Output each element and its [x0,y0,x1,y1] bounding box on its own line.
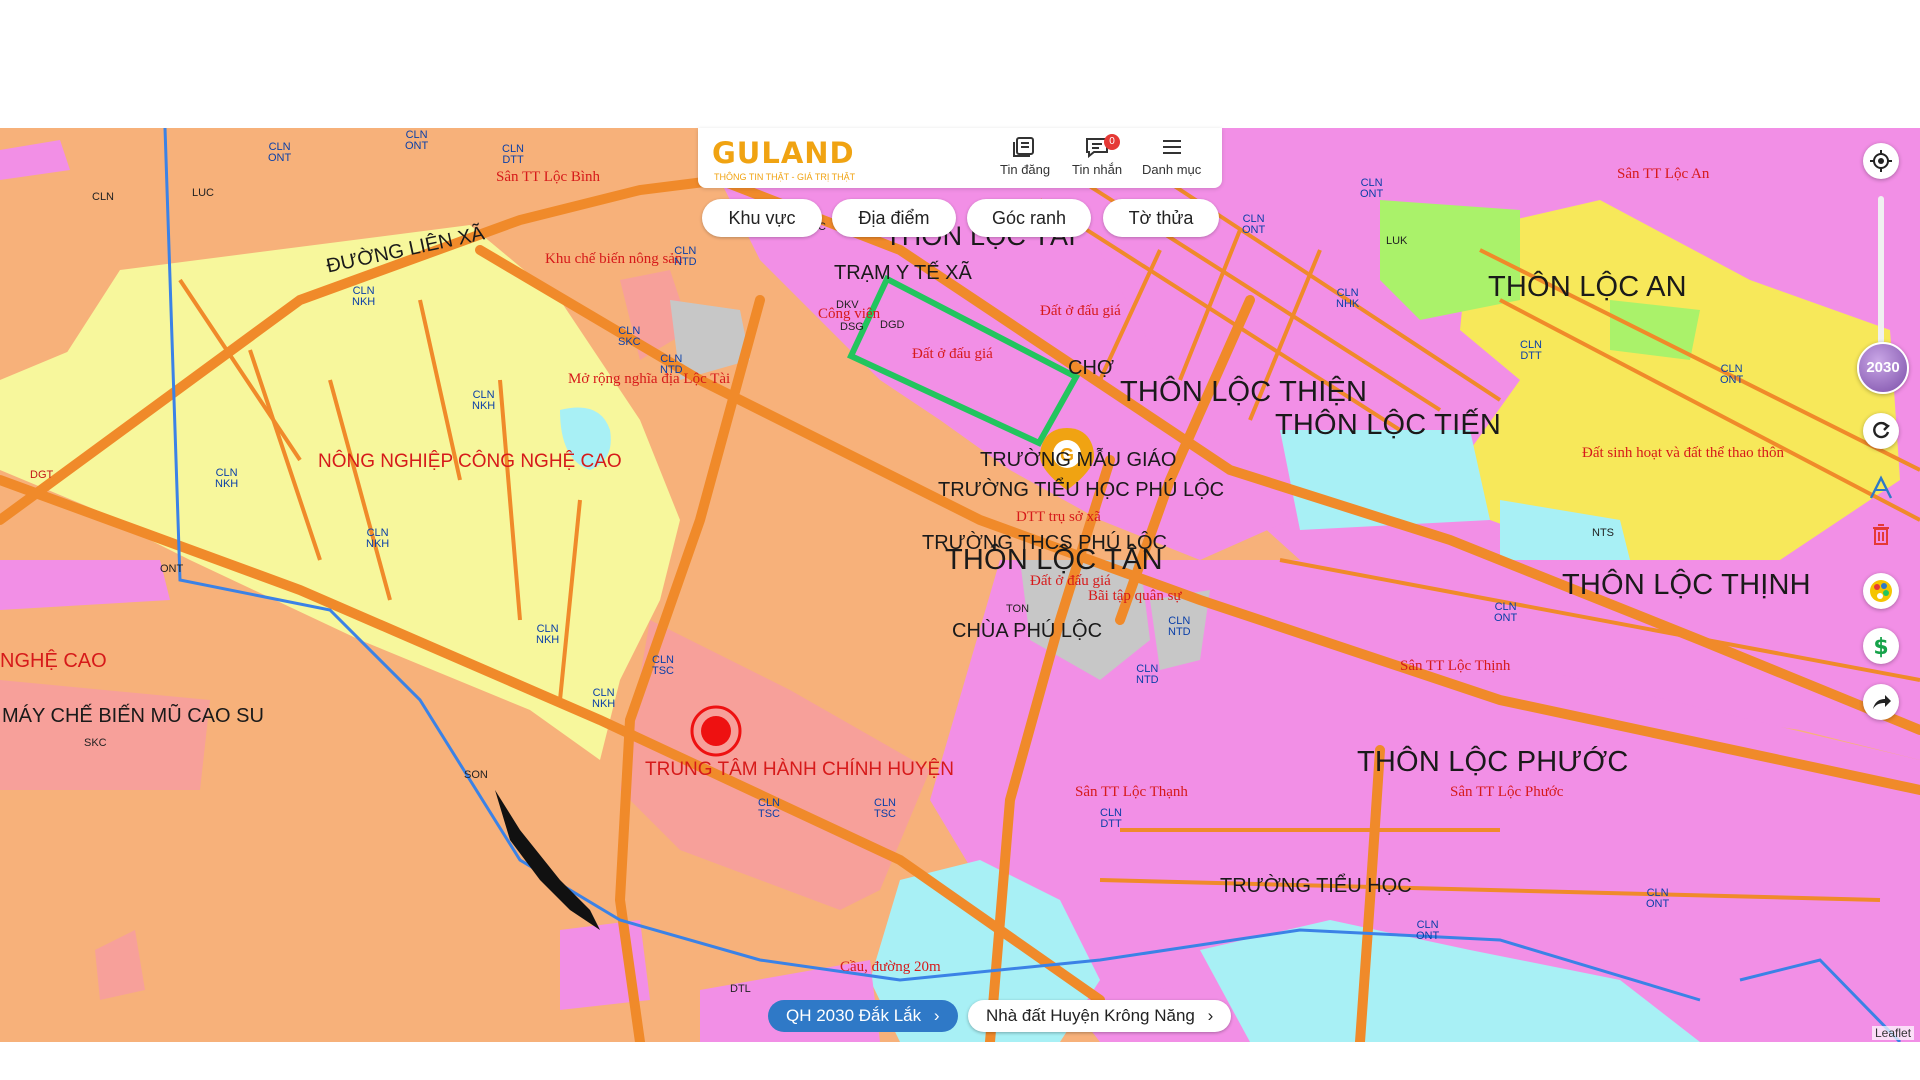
brand-logo[interactable]: GULAND THÔNG TIN THẬT - GIÁ TRỊ THẬT [712,136,855,182]
news-icon [1013,137,1035,157]
plan-year-toggle[interactable]: 2030 [1857,342,1909,394]
tab-to-thua[interactable]: Tờ thửa [1103,199,1219,237]
nav-news-button[interactable]: Tin đăng [1000,136,1050,177]
price-button[interactable]: $ [1863,628,1899,664]
share-button[interactable] [1863,684,1899,720]
opacity-slider-track[interactable] [1878,196,1884,344]
nav-news-label: Tin đăng [1000,162,1051,177]
planning-map[interactable]: G THÔN LỘC TÀI THÔN LỘC AN THÔN LỘC THIỆ… [0,128,1920,1042]
nav-messages-button[interactable]: 0 Tin nhắn [1072,134,1123,177]
layer-style-button[interactable] [1863,573,1899,609]
nav-menu-button[interactable]: Danh mục [1142,136,1201,177]
map-base-layer: G [0,128,1920,1042]
chevron-right-icon: › [933,1006,940,1025]
map-attribution[interactable]: Leaflet [1872,1026,1915,1040]
plan-region-label: QH 2030 Đắk Lắk [786,1006,922,1025]
dollar-icon: $ [1873,635,1888,659]
delete-button[interactable] [1863,517,1899,553]
tab-goc-ranh[interactable]: Góc ranh [967,199,1091,237]
plan-region-button[interactable]: QH 2030 Đắk Lắk › [768,1000,958,1032]
top-blank-area [0,0,1920,128]
trash-icon [1873,524,1889,545]
measure-icon [1869,475,1893,499]
area-listing-label: Nhà đất Huyện Krông Năng [986,1006,1195,1025]
locate-button[interactable] [1863,143,1899,179]
nav-menu-label: Danh mục [1142,162,1202,177]
measure-button[interactable] [1863,470,1899,506]
tab-khu-vuc[interactable]: Khu vực [702,199,822,237]
refresh-icon [1873,421,1890,439]
tab-dia-diem[interactable]: Địa điểm [832,199,956,237]
hamburger-icon [1162,140,1181,154]
chevron-right-icon: › [1207,1006,1214,1025]
app-header: GULAND THÔNG TIN THẬT - GIÁ TRỊ THẬT Tin… [698,128,1222,188]
svg-text:G: G [1060,445,1074,465]
area-listing-button[interactable]: Nhà đất Huyện Krông Năng › [968,1000,1232,1032]
palette-icon [1870,580,1892,602]
share-icon [1873,695,1891,709]
messages-count-badge: 0 [1104,134,1120,150]
svg-text:$: $ [1873,635,1888,659]
nav-messages-label: Tin nhắn [1072,162,1123,177]
refresh-button[interactable] [1863,413,1899,449]
bottom-blank-area [0,1042,1920,1080]
crosshair-icon [1870,150,1892,172]
